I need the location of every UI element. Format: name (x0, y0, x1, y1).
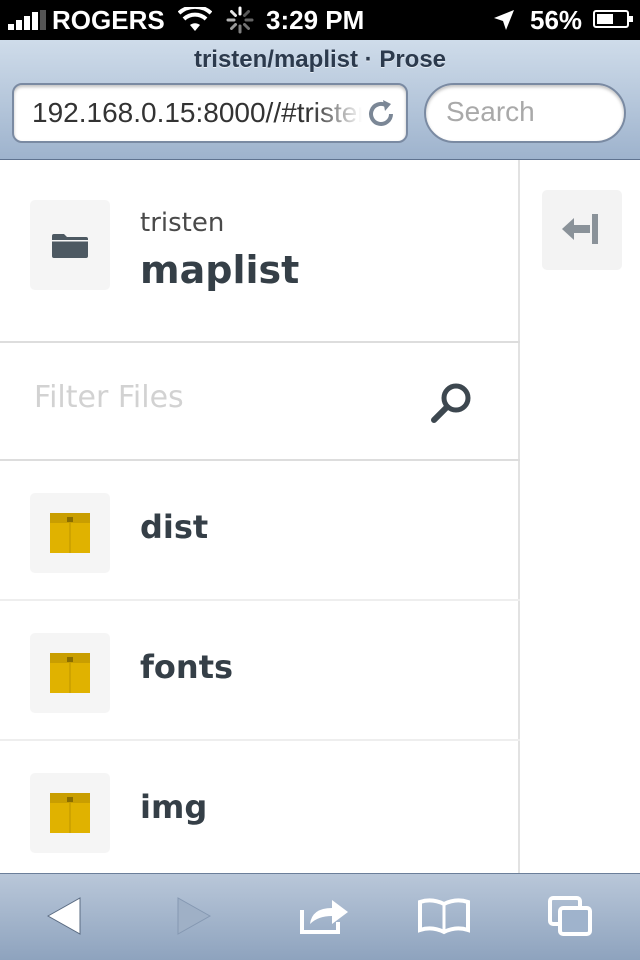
repo-name[interactable]: maplist (140, 248, 299, 292)
repo-icon-box (30, 200, 110, 290)
url-text[interactable]: 192.168.0.15:8000//#tristen/maplist (32, 97, 362, 129)
file-row-fonts[interactable]: fonts (0, 601, 520, 741)
back-arrow-icon[interactable] (46, 896, 82, 936)
file-browser-panel: tristen maplist dist (0, 160, 520, 881)
file-row-dist[interactable]: dist (0, 461, 520, 601)
clock: 3:29 PM (266, 5, 365, 35)
forward-arrow-icon[interactable] (176, 896, 212, 936)
collapse-arrow-icon (562, 214, 598, 244)
battery-percent: 56% (530, 5, 583, 35)
file-name[interactable]: dist (140, 508, 208, 546)
carrier-label: ROGERS (52, 5, 165, 35)
page-content: tristen maplist dist (0, 160, 640, 881)
repo-owner[interactable]: tristen (140, 208, 224, 238)
collapse-sidebar-button[interactable] (542, 190, 622, 270)
folder-icon (50, 793, 90, 833)
share-icon[interactable] (298, 896, 350, 936)
file-row-img[interactable]: img (0, 741, 520, 881)
folder-icon (50, 513, 90, 553)
search-input[interactable] (444, 95, 618, 129)
file-icon-box (30, 493, 110, 573)
page-title: tristen/maplist · Prose (193, 46, 447, 73)
file-icon-box (30, 633, 110, 713)
file-name[interactable]: fonts (140, 648, 233, 686)
location-arrow-icon (494, 10, 514, 30)
filter-files-input[interactable] (32, 379, 416, 416)
reload-icon[interactable] (366, 99, 396, 129)
url-field[interactable]: 192.168.0.15:8000//#tristen/maplist (12, 83, 408, 143)
folder-icon (50, 653, 90, 693)
filter-row (0, 343, 520, 461)
file-name[interactable]: img (140, 788, 207, 826)
tabs-icon[interactable] (546, 896, 594, 936)
repo-header: tristen maplist (0, 160, 520, 343)
file-icon-box (30, 773, 110, 853)
search-field[interactable] (424, 83, 626, 143)
browser-bottom-bar (0, 873, 640, 960)
search-icon[interactable] (430, 381, 474, 425)
signal-strength-icon (8, 10, 46, 30)
wifi-icon (178, 7, 212, 31)
side-panel (520, 160, 640, 873)
folder-icon (52, 234, 88, 258)
status-bar: ROGERS 3:29 PM 56% (0, 0, 640, 40)
activity-spinner-icon (226, 6, 254, 34)
battery-icon (593, 10, 633, 28)
bookmarks-icon[interactable] (418, 896, 470, 936)
